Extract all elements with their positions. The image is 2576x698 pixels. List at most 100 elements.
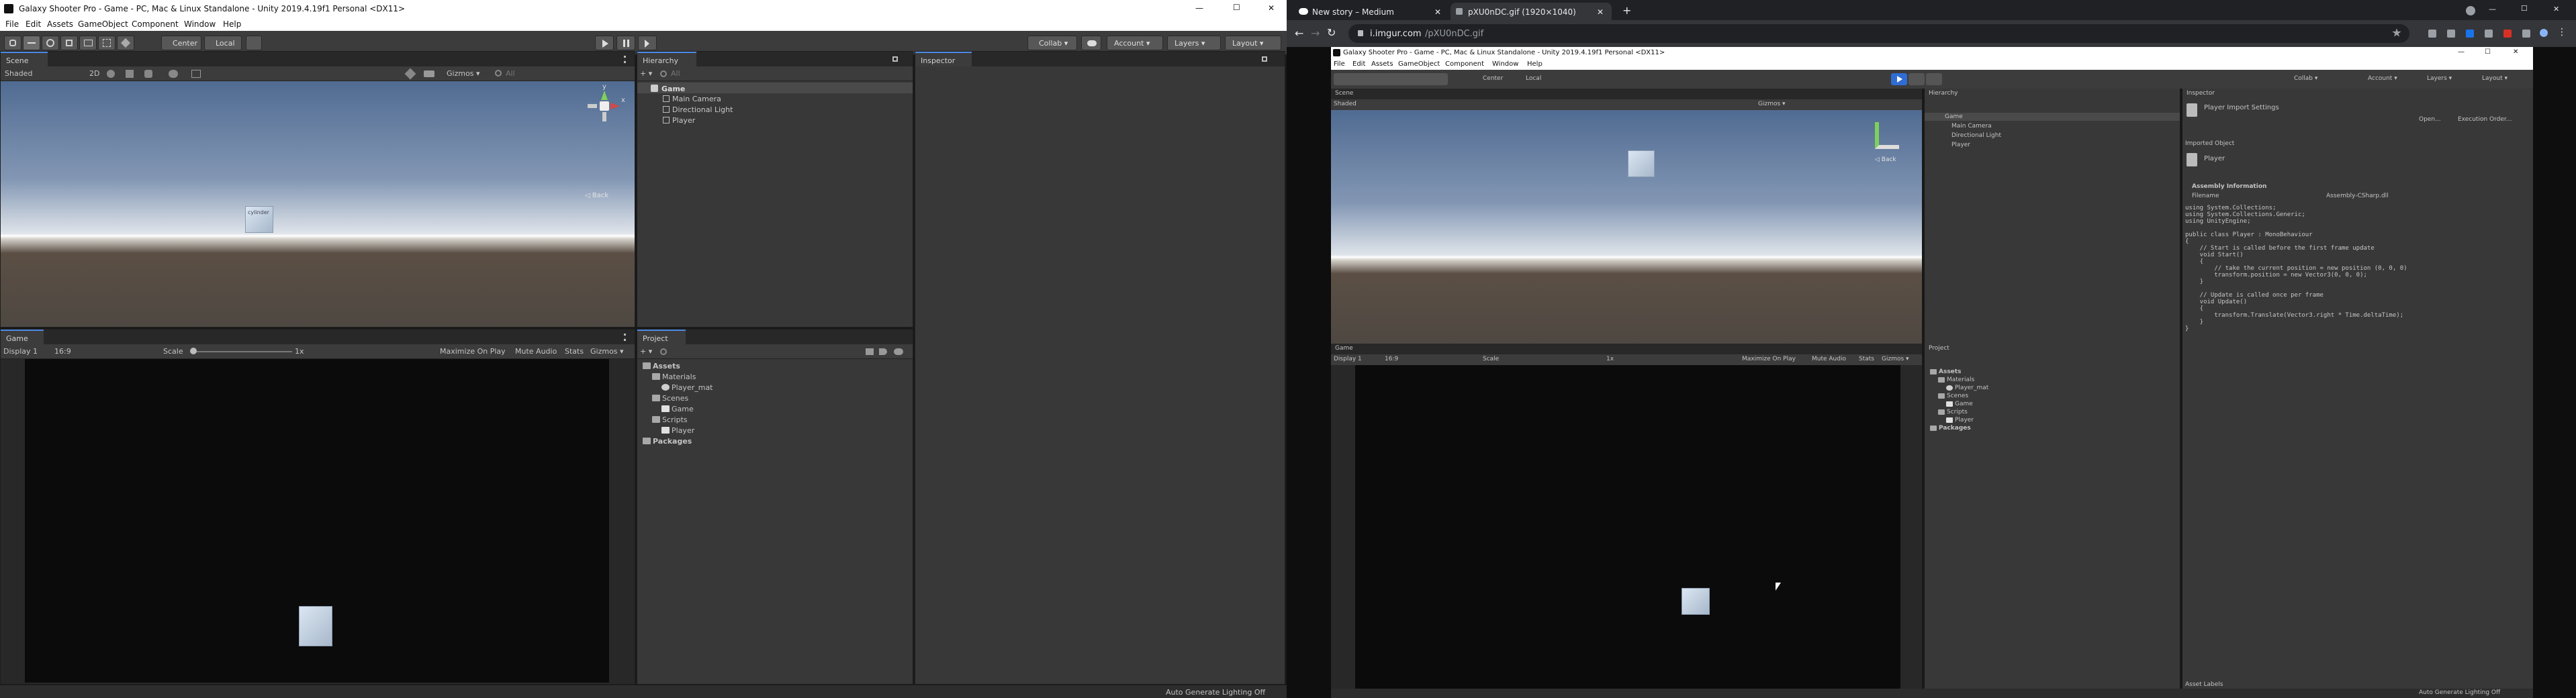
menu-gameobject[interactable]: GameObject <box>78 20 128 28</box>
hierarchy-item[interactable]: Player <box>672 117 695 124</box>
tab-close-button[interactable]: ✕ <box>1597 8 1604 16</box>
step-button[interactable] <box>638 36 657 50</box>
extension-icon[interactable] <box>2466 30 2474 38</box>
aspect-dropdown[interactable]: 16:9 <box>54 348 71 355</box>
audio-toggle-icon[interactable] <box>126 70 134 78</box>
custom-tool-button[interactable] <box>117 36 134 50</box>
create-dropdown[interactable]: + ▾ <box>640 70 652 77</box>
pause-button[interactable] <box>616 36 635 50</box>
chrome-menu-icon[interactable]: ⋮ <box>2557 28 2567 37</box>
hidden-objects-icon[interactable] <box>169 70 178 78</box>
account-dropdown[interactable]: Account ▾ <box>1107 36 1163 50</box>
scene-viewport[interactable] <box>1 81 635 327</box>
new-tab-button[interactable]: + <box>1622 5 1631 16</box>
hierarchy-item[interactable]: Directional Light <box>672 106 733 113</box>
layers-dropdown[interactable]: Layers ▾ <box>1167 36 1221 50</box>
back-button[interactable]: ← <box>1295 28 1303 39</box>
tab-close-button[interactable]: ✕ <box>1434 8 1441 16</box>
project-tree-item[interactable]: Packages <box>637 436 913 446</box>
tools-settings-icon[interactable] <box>404 68 416 80</box>
close-button[interactable]: ✕ <box>1268 4 1275 12</box>
project-tree-item[interactable]: Scripts <box>637 414 913 425</box>
project-tree-item[interactable]: Player_mat <box>637 382 913 393</box>
browser-tab-medium[interactable]: New story – Medium ✕ <box>1293 3 1448 20</box>
label-icon[interactable] <box>879 348 887 355</box>
move-tool-button[interactable] <box>23 36 40 50</box>
minimize-button[interactable]: — <box>1195 4 1203 12</box>
maximize-button[interactable]: ☐ <box>2521 5 2528 12</box>
menu-assets[interactable]: Assets <box>47 20 73 28</box>
project-tree-item[interactable]: Player <box>1925 416 2180 424</box>
project-tree-item[interactable]: Assets <box>637 360 913 371</box>
extension-icon[interactable] <box>2428 30 2436 38</box>
bookmark-star-icon[interactable] <box>2392 28 2401 37</box>
space-toggle[interactable]: Local <box>204 36 242 50</box>
mute-audio-toggle[interactable]: Mute Audio <box>515 348 557 355</box>
camera-icon[interactable] <box>424 70 434 77</box>
scale-tool-button[interactable] <box>60 36 78 50</box>
menu-file[interactable]: File <box>5 20 19 28</box>
2d-toggle[interactable]: 2D <box>89 70 99 77</box>
project-tree-item[interactable]: Player <box>637 425 913 436</box>
kebab-menu-icon[interactable] <box>624 334 626 341</box>
tab-inspector[interactable]: Inspector <box>915 52 972 66</box>
snap-button[interactable] <box>246 36 262 50</box>
maximize-button[interactable]: ☐ <box>1233 3 1240 11</box>
stats-toggle[interactable]: Stats <box>565 348 584 355</box>
menu-component[interactable]: Component <box>132 20 179 28</box>
scene-gizmo[interactable]: y x <box>580 84 625 126</box>
lighting-toggle-icon[interactable] <box>107 70 115 78</box>
maximize-on-play-toggle[interactable]: Maximize On Play <box>440 348 506 355</box>
rotate-tool-button[interactable] <box>42 36 59 50</box>
pivot-toggle[interactable]: Center <box>161 36 201 50</box>
close-button[interactable]: ✕ <box>2553 5 2559 13</box>
create-asset-dropdown[interactable]: + ▾ <box>640 348 652 355</box>
reload-button[interactable]: ↻ <box>1327 28 1336 38</box>
scale-slider-handle[interactable] <box>190 348 197 354</box>
lock-icon[interactable] <box>892 56 898 62</box>
address-bar[interactable]: i.imgur.com /pXU0nDC.gif <box>1348 24 2409 43</box>
cloud-button[interactable] <box>1081 36 1101 50</box>
grid-toggle-icon[interactable] <box>191 70 201 78</box>
menu-edit[interactable]: Edit <box>26 20 41 28</box>
avatar[interactable] <box>2540 29 2548 37</box>
display-dropdown[interactable]: Display 1 <box>3 348 38 355</box>
extension-icon[interactable] <box>2447 30 2455 38</box>
project-tree-item[interactable]: Scenes <box>1925 392 2180 400</box>
view-orientation-label[interactable]: ◁ Back <box>585 193 608 199</box>
project-tree-item[interactable]: Assets <box>1925 368 2180 376</box>
visibility-icon[interactable] <box>894 348 903 355</box>
browser-tab-imgur[interactable]: pXU0nDC.gif (1920×1040) ✕ <box>1451 3 1612 20</box>
game-gizmos-dropdown[interactable]: Gizmos ▾ <box>590 348 624 355</box>
rect-tool-button[interactable] <box>79 36 97 50</box>
tab-hierarchy[interactable]: Hierarchy <box>637 52 696 66</box>
project-tree-item[interactable]: Player_mat <box>1925 384 2180 392</box>
tab-project[interactable]: Project <box>637 330 686 344</box>
extension-icon[interactable] <box>2485 30 2493 38</box>
minimize-button[interactable]: — <box>2489 5 2496 13</box>
project-tree-item[interactable]: Game <box>637 403 913 414</box>
tab-game[interactable]: Game <box>1 330 44 344</box>
project-tree-item[interactable]: Packages <box>1925 424 2180 432</box>
project-tree-item[interactable]: Scenes <box>637 393 913 403</box>
hierarchy-search-input[interactable]: All <box>671 70 680 77</box>
filter-icon[interactable] <box>866 348 874 355</box>
menu-help[interactable]: Help <box>223 20 241 28</box>
transform-tool-button[interactable] <box>98 36 116 50</box>
scale-slider[interactable] <box>191 351 292 352</box>
kebab-menu-icon[interactable] <box>624 56 626 63</box>
shading-dropdown[interactable]: Shaded <box>5 70 32 77</box>
tab-scene[interactable]: Scene <box>1 52 48 66</box>
play-button[interactable] <box>595 36 614 50</box>
extension-icon[interactable] <box>2503 30 2512 38</box>
forward-button[interactable]: → <box>1311 28 1320 39</box>
scene-search-input[interactable]: All <box>506 70 515 77</box>
hierarchy-item[interactable]: Main Camera <box>672 95 721 103</box>
gizmos-dropdown[interactable]: Gizmos ▾ <box>447 70 480 77</box>
project-tree-item[interactable]: Materials <box>1925 376 2180 384</box>
lock-icon[interactable] <box>1262 56 1267 62</box>
project-tree-item[interactable]: Materials <box>637 371 913 382</box>
project-tree-item[interactable]: Game <box>1925 400 2180 408</box>
extensions-puzzle-icon[interactable] <box>2522 30 2530 38</box>
project-tree-item[interactable]: Scripts <box>1925 408 2180 416</box>
